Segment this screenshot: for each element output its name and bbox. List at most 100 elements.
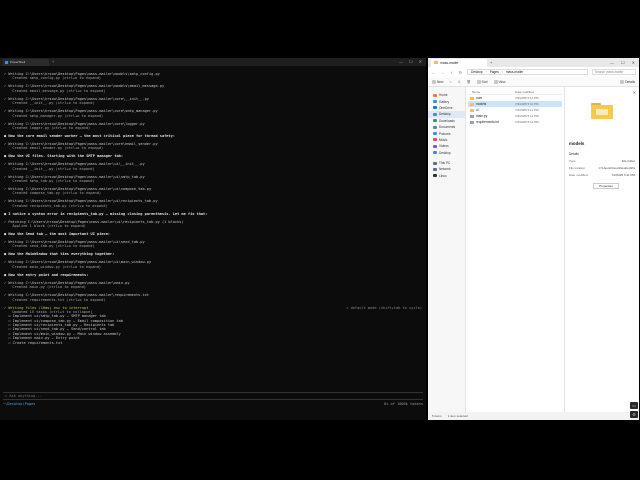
search-input[interactable]: Search mass-mailer: [592, 69, 636, 75]
delete-icon[interactable]: 🗑: [467, 80, 471, 84]
new-tab-icon[interactable]: +: [490, 60, 492, 65]
breadcrumb-item[interactable]: Pages: [490, 70, 499, 74]
view-icon: [493, 79, 498, 84]
file-name-cell: models: [468, 102, 515, 106]
details-label: Details: [625, 79, 635, 84]
documents-icon: [433, 125, 437, 129]
new-tab-icon[interactable]: +: [52, 60, 54, 64]
details-button[interactable]: Details: [620, 79, 635, 84]
desktop-icon: [433, 151, 437, 155]
nav-item-label: Network: [439, 167, 451, 172]
address-bar-row: ← → ↑ ↻ Desktop › Pages › mass-mailer Se…: [428, 67, 639, 77]
forward-icon[interactable]: →: [440, 70, 445, 75]
nav-item-label: Music: [439, 137, 448, 142]
folder-icon: [470, 96, 474, 100]
refresh-icon[interactable]: ↻: [458, 70, 463, 75]
up-icon[interactable]: ↑: [449, 70, 454, 75]
column-name[interactable]: Name: [468, 90, 515, 94]
breadcrumb-item[interactable]: Desktop: [471, 70, 483, 74]
chat-icon[interactable]: ▭: [630, 402, 638, 409]
large-folder-icon: [591, 103, 613, 119]
explorer-main: Home Gallery OneDrive Desktop Downloads Docum…: [428, 87, 639, 412]
close-icon[interactable]: ✕: [419, 60, 422, 64]
downloads-icon: [433, 119, 437, 123]
close-icon[interactable]: ✕: [632, 60, 635, 65]
explorer-tab[interactable]: mass-mailer: [431, 58, 487, 67]
close-icon[interactable]: ✕: [633, 90, 636, 95]
minimize-icon[interactable]: —: [610, 60, 614, 65]
column-date-modified[interactable]: Date modified: [515, 90, 562, 94]
explorer-tab-title: mass-mailer: [440, 60, 459, 65]
terminal-output: ✓ Writing C:\Users\hrsoo\Desktop\Pages\m…: [0, 66, 426, 345]
navigation-pane: Home Gallery OneDrive Desktop Downloads Docum…: [428, 87, 466, 412]
file-name: main.py: [476, 114, 488, 118]
new-button[interactable]: New: [432, 79, 444, 84]
back-icon[interactable]: ←: [431, 70, 436, 75]
selection-count: 1 item selected: [447, 414, 468, 418]
file-name: core: [476, 96, 483, 100]
this-pc-icon: [433, 161, 437, 165]
sort-label: Sort: [481, 79, 488, 84]
terminal-tab[interactable]: PowerShell: [3, 58, 49, 66]
task-item: ☐ Create requirements.txt: [4, 340, 63, 345]
terminal-tab-title: PowerShell: [10, 60, 26, 64]
nav-item-linux[interactable]: Linux: [428, 173, 465, 179]
mode-hint: » default mode (shift+tab to cycle): [346, 305, 422, 310]
maximize-icon[interactable]: ☐: [621, 60, 625, 65]
nav-item-label: Downloads: [439, 118, 455, 123]
file-date: 7/2/2025 5:11 PM: [515, 114, 539, 118]
details-key: File location: [569, 166, 586, 170]
copy-icon[interactable]: ⎘: [458, 80, 461, 84]
onedrive-icon: [433, 106, 437, 110]
system-tray: ▭ ⚙: [630, 402, 638, 418]
file-name-cell: core: [468, 96, 515, 100]
view-label: View: [498, 79, 506, 84]
terminal-titlebar: PowerShell + — ☐ ✕: [0, 58, 426, 66]
explorer-titlebar: mass-mailer + — ☐ ✕: [428, 58, 639, 67]
network-icon: [433, 167, 437, 171]
home-icon: [433, 93, 437, 97]
breadcrumb-item[interactable]: mass-mailer: [506, 70, 523, 74]
settings-icon[interactable]: ⚙: [630, 411, 638, 418]
details-title: models: [569, 141, 585, 146]
maximize-icon[interactable]: ☐: [409, 60, 413, 64]
nav-item-label: This PC: [439, 161, 451, 166]
prompt-input[interactable]: > Ask anything...: [3, 392, 423, 400]
file-explorer-window: mass-mailer + — ☐ ✕ ← → ↑ ↻ Desktop › Pa…: [428, 58, 639, 420]
terminal-window: PowerShell + — ☐ ✕ ✓ Writing C:\Users\hr…: [0, 58, 426, 420]
properties-button[interactable]: Properties: [593, 183, 619, 189]
file-name-cell: main.py: [468, 114, 515, 118]
file-name-cell: ui: [468, 108, 515, 112]
file-row[interactable]: requirements.txt 7/2/2025 5:11 PM: [468, 119, 562, 125]
new-label: New: [437, 79, 444, 84]
cut-icon[interactable]: ✂: [449, 80, 452, 84]
folder-icon: [434, 61, 438, 64]
file-date: 7/2/2025 5:11 PM: [515, 102, 539, 106]
details-value: C:\Users\hrsoo\Desktop\Pa: [598, 166, 635, 170]
minimize-icon[interactable]: —: [399, 60, 403, 64]
nav-item-label: Desktop: [439, 150, 451, 155]
file-icon: [470, 114, 474, 118]
details-pane: ✕ models Details Type File folder File loc…: [564, 87, 639, 412]
details-row: Date modified 7/2/2025 5:11 PM: [569, 173, 635, 177]
details-key: Type: [569, 159, 576, 163]
sort-button[interactable]: Sort: [476, 79, 488, 84]
nav-item-label: Gallery: [439, 99, 450, 104]
chevron-right-icon: ›: [485, 70, 487, 74]
file-icon: [470, 120, 474, 124]
details-row: Type File folder: [569, 159, 635, 163]
nav-item-label: OneDrive: [439, 105, 453, 110]
music-icon: [433, 138, 437, 142]
file-date: 7/2/2025 5:11 PM: [515, 108, 539, 112]
window-controls: — ☐ ✕: [610, 60, 639, 65]
details-value: File folder: [621, 159, 635, 163]
file-name: models: [476, 102, 487, 106]
details-key: Date modified: [569, 173, 588, 177]
view-button[interactable]: View: [493, 79, 506, 84]
breadcrumb[interactable]: Desktop › Pages › mass-mailer: [467, 69, 588, 75]
plus-icon: [432, 79, 436, 84]
details-value: 7/2/2025 5:11 PM: [611, 173, 635, 177]
file-list: Name Date modified core 7/2/2025 5:11 PM m…: [466, 87, 564, 412]
nav-item-label: Videos: [439, 144, 449, 149]
gallery-icon: [433, 100, 437, 104]
